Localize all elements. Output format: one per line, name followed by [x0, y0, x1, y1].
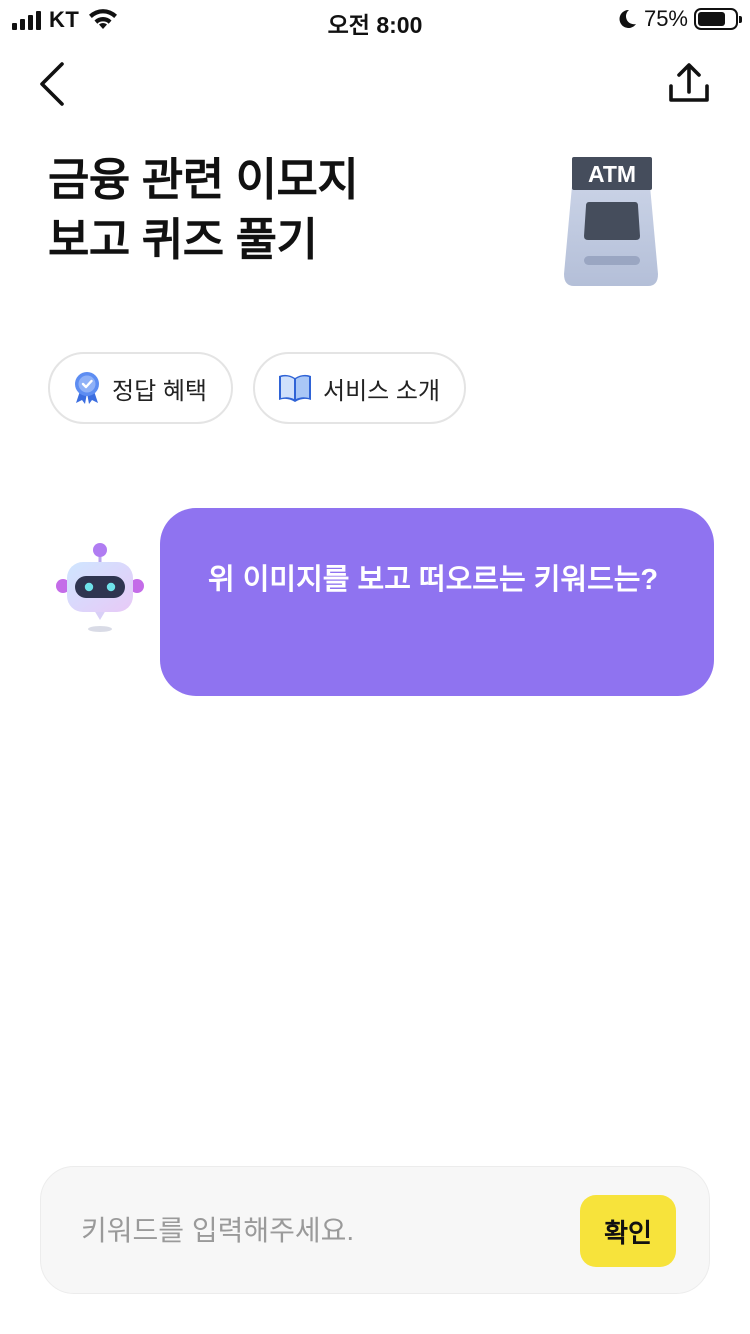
- title-line-2: 보고 퀴즈 풀기: [48, 214, 318, 265]
- title-line-1: 금융 관련 이모지: [48, 154, 359, 205]
- atm-icon: ATM: [564, 157, 658, 286]
- open-book-icon: [279, 374, 311, 402]
- confirm-button[interactable]: 확인: [580, 1195, 676, 1267]
- keyword-input[interactable]: [81, 1205, 561, 1257]
- bot-message-bubble: 위 이미지를 보고 떠오르는 키워드는?: [160, 508, 714, 696]
- bot-message-text: 위 이미지를 보고 떠오르는 키워드는?: [208, 564, 659, 596]
- chip-label: 정답 혜택: [112, 377, 207, 405]
- chip-answer-benefit[interactable]: 정답 혜택: [48, 352, 233, 424]
- robot-icon: [56, 543, 144, 632]
- info-chips: 정답 혜택 서비스 소개: [48, 352, 467, 424]
- battery-percent: 75%: [643, 6, 688, 31]
- status-bar-right: 75%: [616, 6, 742, 32]
- battery-icon: [694, 8, 742, 30]
- back-button[interactable]: [32, 58, 76, 110]
- quiz-screen: KT 오전 8:00 75% 금융 관련 이모지 보고 퀴즈 풀기 ATM 정답…: [0, 0, 750, 1334]
- chip-service-intro[interactable]: 서비스 소개: [253, 352, 467, 424]
- page-title: 금융 관련 이모지 보고 퀴즈 풀기: [48, 150, 359, 270]
- moon-icon: [619, 9, 636, 28]
- chip-label: 서비스 소개: [323, 377, 441, 405]
- status-bar: KT 오전 8:00 75%: [0, 0, 750, 40]
- atm-label: ATM: [588, 161, 636, 187]
- battery-fill: [698, 12, 725, 26]
- share-button[interactable]: [664, 60, 714, 108]
- award-badge-icon: [75, 372, 99, 404]
- keyword-input-bar: 확인: [40, 1166, 710, 1294]
